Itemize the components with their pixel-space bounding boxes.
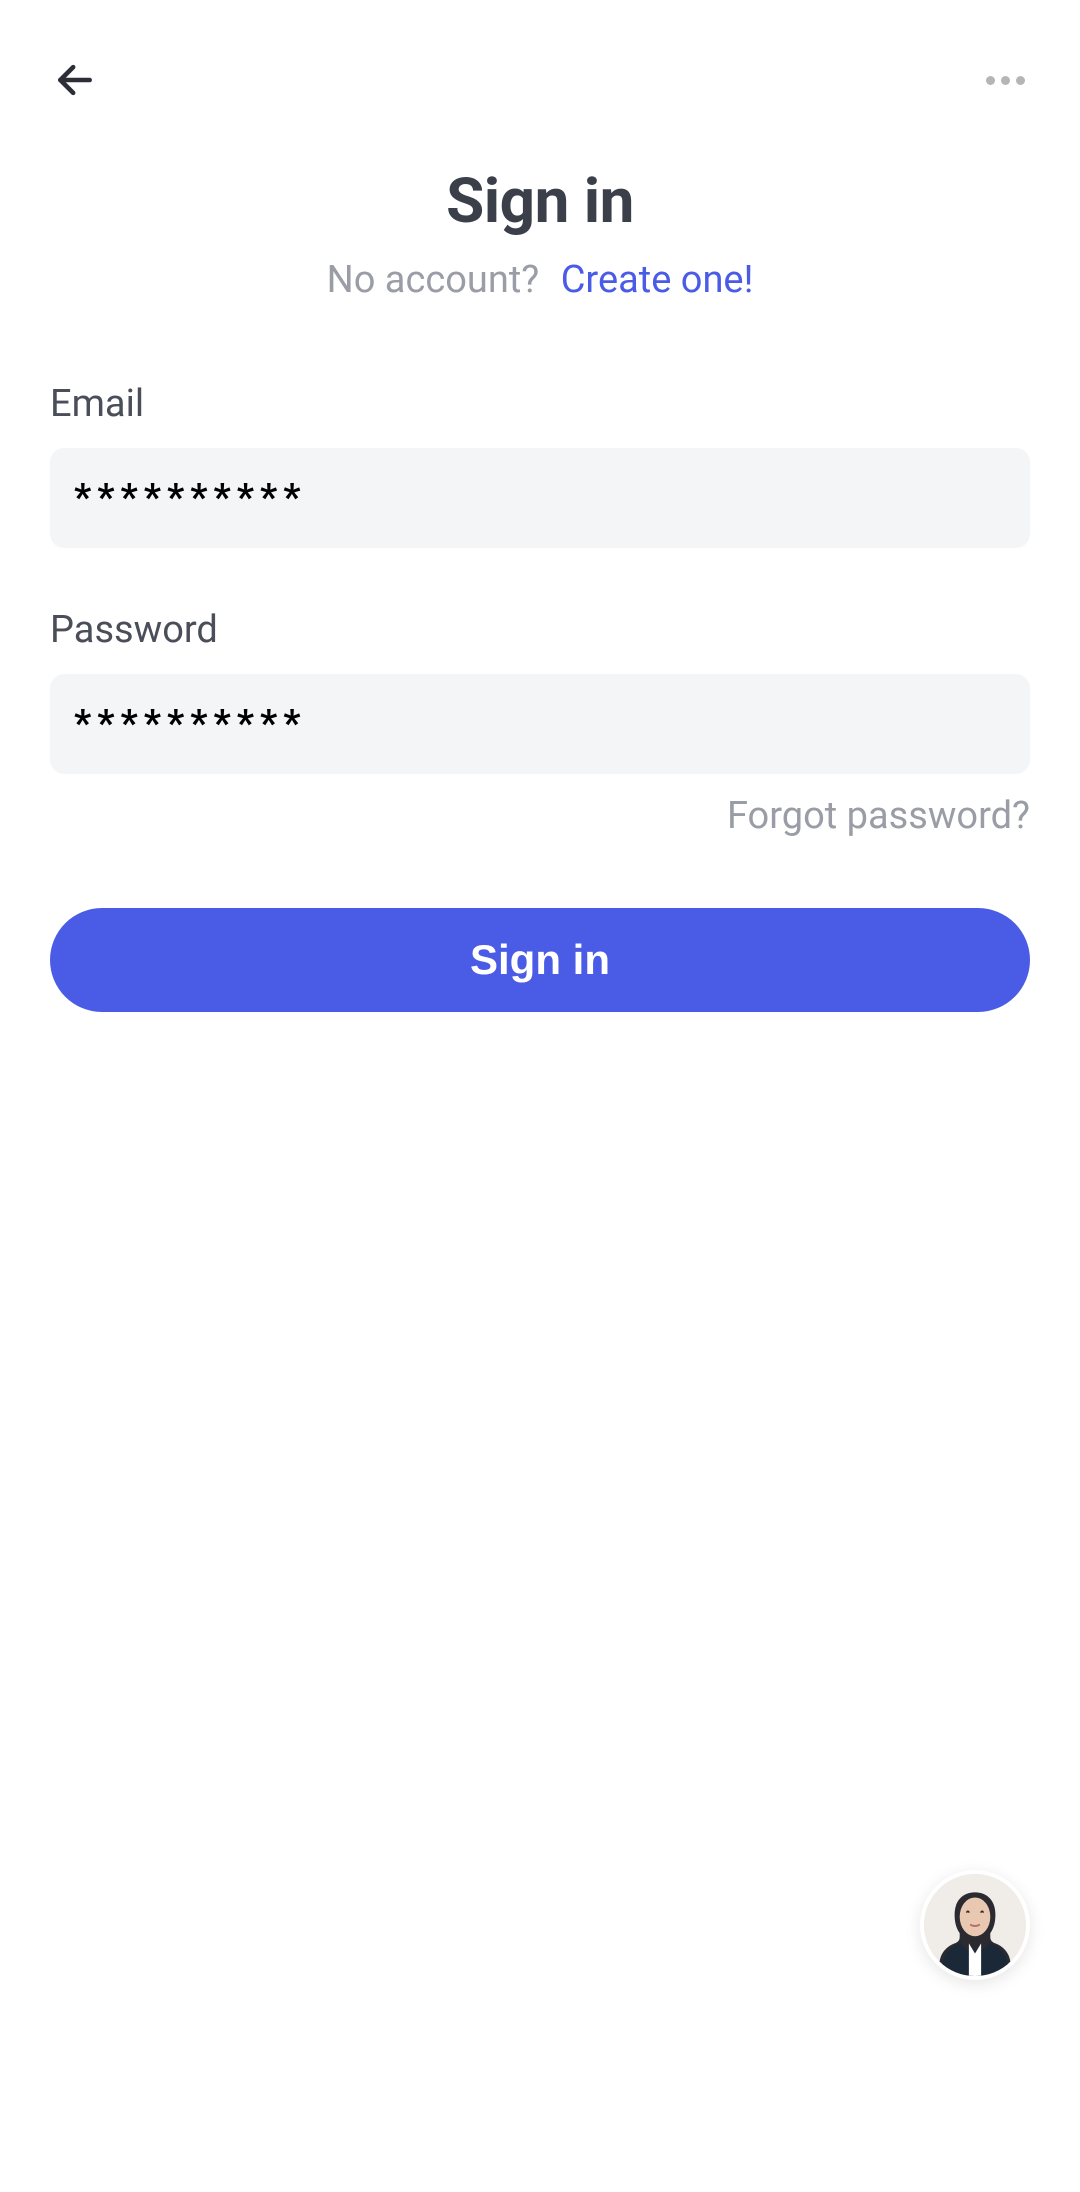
email-input[interactable] [50, 448, 1030, 548]
email-field-group: Email [50, 382, 1030, 548]
person-avatar-icon [924, 1874, 1026, 1976]
password-label: Password [50, 608, 1030, 652]
signin-form: Email Password Forgot password? Sign in [50, 382, 1030, 1012]
page-title: Sign in [50, 165, 1030, 238]
create-account-link[interactable]: Create one! [561, 258, 754, 302]
password-input[interactable] [50, 674, 1030, 774]
more-horizontal-icon [986, 76, 1025, 85]
no-account-text: No account? [327, 258, 540, 302]
subtitle-row: No account? Create one! [50, 258, 1030, 302]
forgot-password-link[interactable]: Forgot password? [50, 794, 1030, 838]
chat-support-avatar[interactable] [920, 1870, 1030, 1980]
back-button[interactable] [50, 55, 100, 105]
email-label: Email [50, 382, 1030, 426]
arrow-left-icon [53, 58, 97, 102]
more-button[interactable] [980, 55, 1030, 105]
signin-button[interactable]: Sign in [50, 908, 1030, 1012]
password-field-group: Password [50, 608, 1030, 774]
